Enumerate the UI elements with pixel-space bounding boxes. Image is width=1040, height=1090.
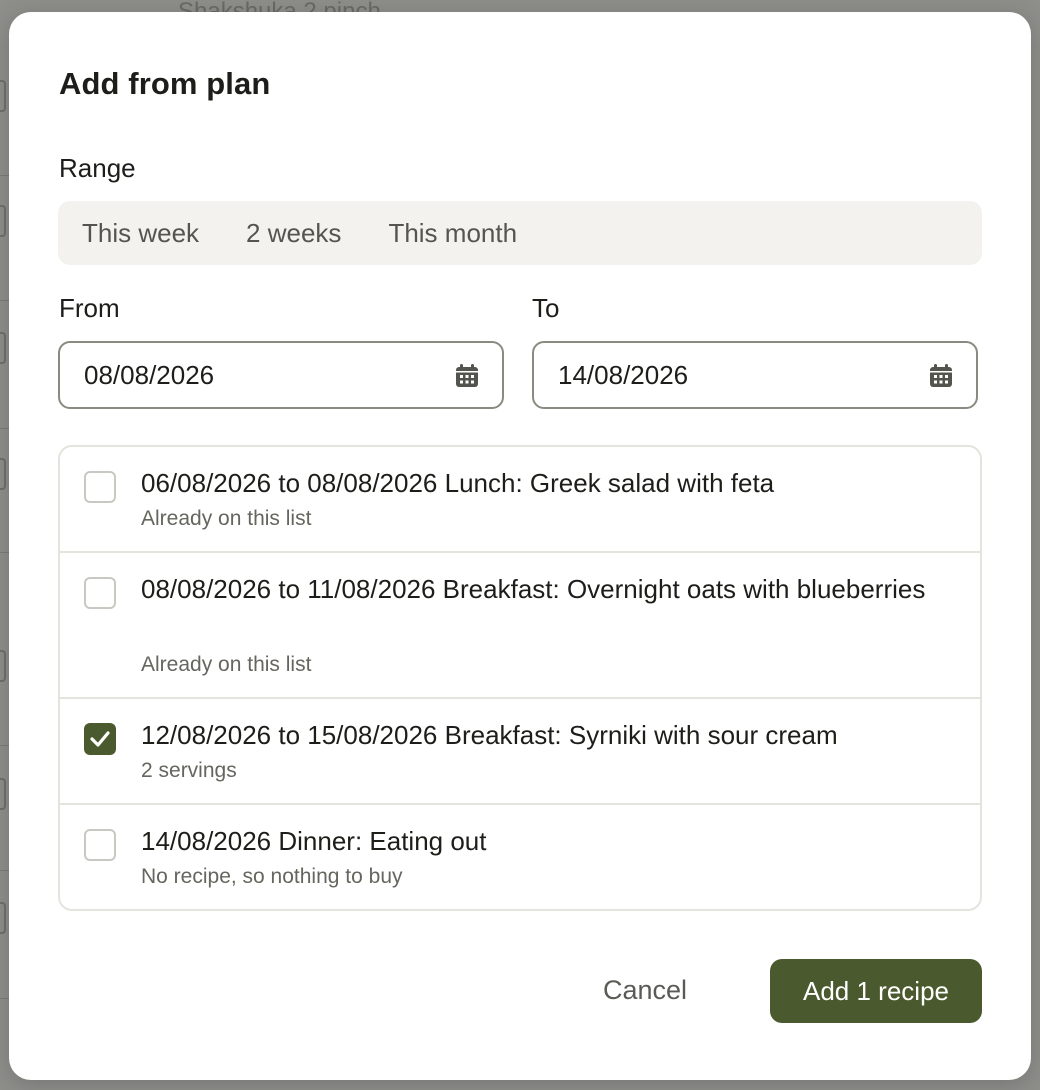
range-segmented-control: This week 2 weeks This month (58, 201, 982, 265)
background-edge-control (0, 902, 6, 934)
background-edge-control (0, 778, 6, 810)
item-title: 14/08/2026 Dinner: Eating out (141, 826, 487, 856)
calendar-icon[interactable] (454, 363, 480, 389)
list-item[interactable]: 14/08/2026 Dinner: Eating out No recipe,… (60, 805, 980, 909)
item-checkbox[interactable] (84, 471, 116, 503)
to-label: To (532, 293, 560, 323)
item-subtitle: No recipe, so nothing to buy (141, 865, 403, 888)
to-date-value: 14/08/2026 (558, 359, 689, 390)
item-checkbox[interactable] (84, 577, 116, 609)
range-label: Range (59, 153, 136, 183)
item-checkbox[interactable] (84, 829, 116, 861)
item-subtitle: 2 servings (141, 759, 237, 782)
add-recipe-button[interactable]: Add 1 recipe (770, 959, 982, 1023)
background-edge-control (0, 205, 6, 237)
from-date-input[interactable]: 08/08/2026 (58, 341, 504, 409)
list-item[interactable]: 08/08/2026 to 11/08/2026 Breakfast: Over… (60, 553, 980, 699)
calendar-icon[interactable] (928, 363, 954, 389)
from-label: From (59, 293, 120, 323)
cancel-button[interactable]: Cancel (603, 975, 687, 1006)
background-edge-control (0, 80, 6, 112)
item-title: 06/08/2026 to 08/08/2026 Lunch: Greek sa… (141, 468, 775, 498)
item-title: 12/08/2026 to 15/08/2026 Breakfast: Syrn… (141, 720, 838, 750)
range-option-this-month[interactable]: This month (364, 201, 517, 265)
item-checkbox-checked[interactable] (84, 723, 116, 755)
checkmark-icon (90, 731, 110, 747)
range-option-this-week[interactable]: This week (58, 201, 199, 265)
list-item[interactable]: 12/08/2026 to 15/08/2026 Breakfast: Syrn… (60, 699, 980, 805)
background-edge-control (0, 458, 6, 490)
background-edge-control (0, 650, 6, 682)
background-edge-control (0, 332, 6, 364)
add-from-plan-dialog: Add from plan Range This week 2 weeks Th… (9, 12, 1031, 1080)
list-item[interactable]: 06/08/2026 to 08/08/2026 Lunch: Greek sa… (60, 447, 980, 553)
plan-items-list: 06/08/2026 to 08/08/2026 Lunch: Greek sa… (58, 445, 982, 911)
item-title: 08/08/2026 to 11/08/2026 Breakfast: Over… (141, 574, 926, 604)
item-subtitle: Already on this list (141, 653, 312, 676)
range-option-2-weeks[interactable]: 2 weeks (222, 201, 341, 265)
to-date-input[interactable]: 14/08/2026 (532, 341, 978, 409)
from-date-value: 08/08/2026 (84, 359, 215, 390)
dialog-title: Add from plan (59, 66, 271, 101)
item-subtitle: Already on this list (141, 507, 312, 530)
